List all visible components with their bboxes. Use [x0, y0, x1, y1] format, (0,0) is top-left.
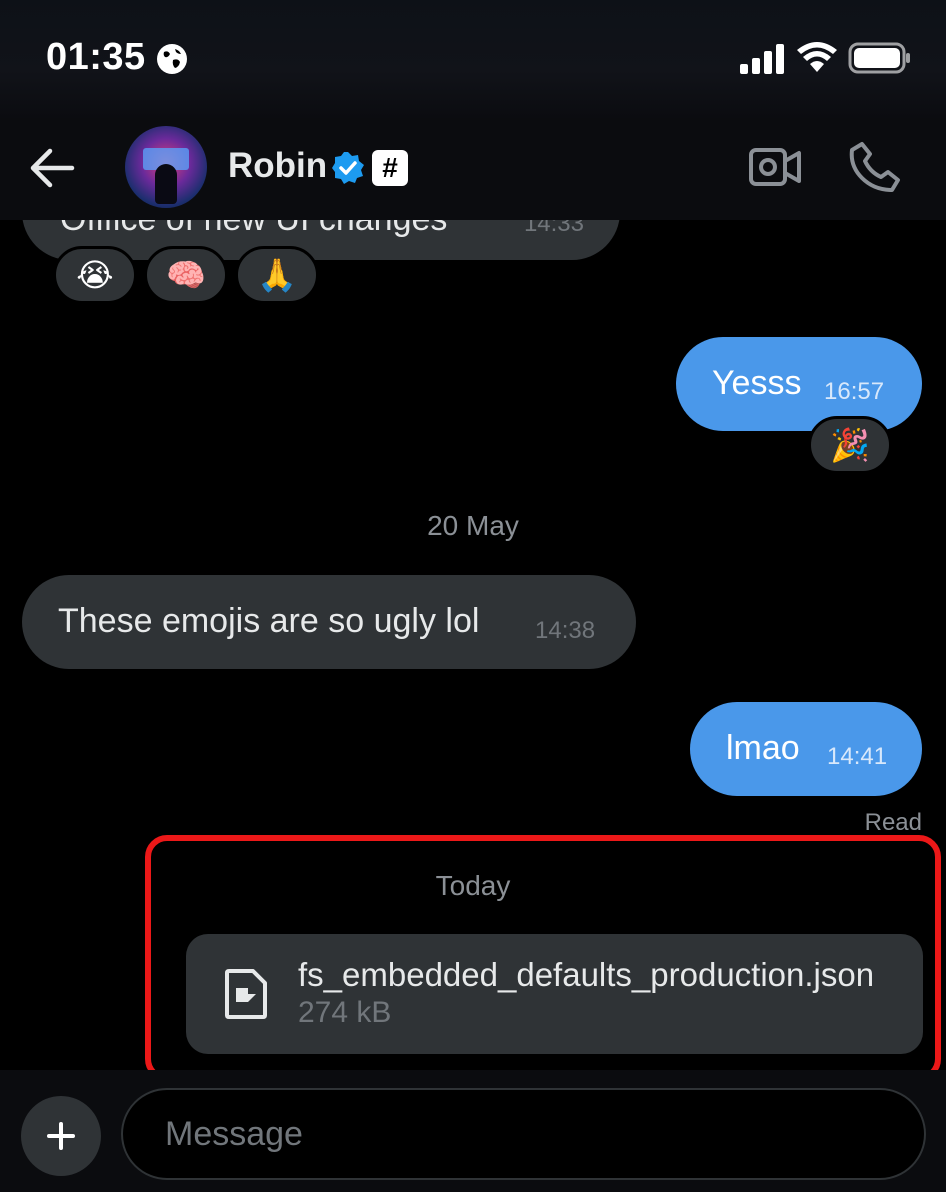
message-time: 14:41 — [827, 743, 888, 770]
status-time: 01:35 — [46, 36, 146, 78]
status-bar: 01:35 — [0, 0, 946, 118]
file-name: fs_embedded_defaults_production.json — [298, 956, 875, 993]
message-text: These emojis are so ugly lol — [58, 602, 480, 640]
message-time: 14:38 — [535, 617, 596, 644]
message-text: Yesss — [712, 364, 802, 402]
conversation-header: Robin # — [0, 118, 946, 220]
reaction-crying-emoji[interactable]: 😭 — [53, 246, 137, 304]
reaction-brain-emoji[interactable]: 🧠 — [144, 246, 228, 304]
date-separator-today: Today — [435, 870, 511, 901]
outgoing-message-yesss[interactable]: Yesss 16:57 — [676, 337, 922, 431]
video-call-icon[interactable] — [748, 144, 802, 190]
wifi-icon — [797, 42, 837, 72]
incoming-message-emojis[interactable]: These emojis are so ugly lol 14:38 — [22, 575, 636, 669]
cellular-signal-icon — [740, 44, 784, 74]
file-document-icon — [225, 969, 267, 1019]
file-attachment[interactable]: fs_embedded_defaults_production.json 274… — [186, 934, 923, 1054]
message-time: 14:33 — [523, 220, 584, 237]
message-text: lmao — [726, 729, 800, 767]
file-size: 274 kB — [298, 996, 392, 1029]
phone-call-icon[interactable] — [848, 140, 902, 194]
date-separator: 20 May — [427, 510, 519, 541]
globe-icon — [157, 44, 187, 74]
add-attachment-button[interactable] — [21, 1096, 101, 1176]
reaction-party-popper-emoji[interactable]: 🎉 — [808, 416, 892, 474]
battery-icon — [848, 42, 910, 74]
back-arrow-icon[interactable] — [28, 146, 76, 190]
message-input[interactable] — [121, 1088, 926, 1180]
message-composer — [0, 1070, 946, 1192]
message-text: Ofifice of new UI changes — [60, 220, 447, 239]
outgoing-message-lmao[interactable]: lmao 14:41 — [690, 702, 922, 796]
read-receipt: Read — [864, 809, 922, 836]
dm-conversation-screen: 01:35 Robin # 14:33 😭 🧠 🙏 Yesss 16:57 🎉 … — [0, 0, 946, 1192]
hashtag-badge: # — [372, 150, 408, 186]
reaction-pray-emoji[interactable]: 🙏 — [235, 246, 319, 304]
contact-name[interactable]: Robin — [228, 146, 327, 186]
message-time: 16:57 — [824, 378, 885, 405]
contact-avatar[interactable] — [125, 126, 207, 208]
verified-badge-icon — [332, 152, 364, 184]
message-list[interactable]: Ofifice of new UI changes 14:33 😭 🧠 🙏 Ye… — [0, 220, 946, 1070]
